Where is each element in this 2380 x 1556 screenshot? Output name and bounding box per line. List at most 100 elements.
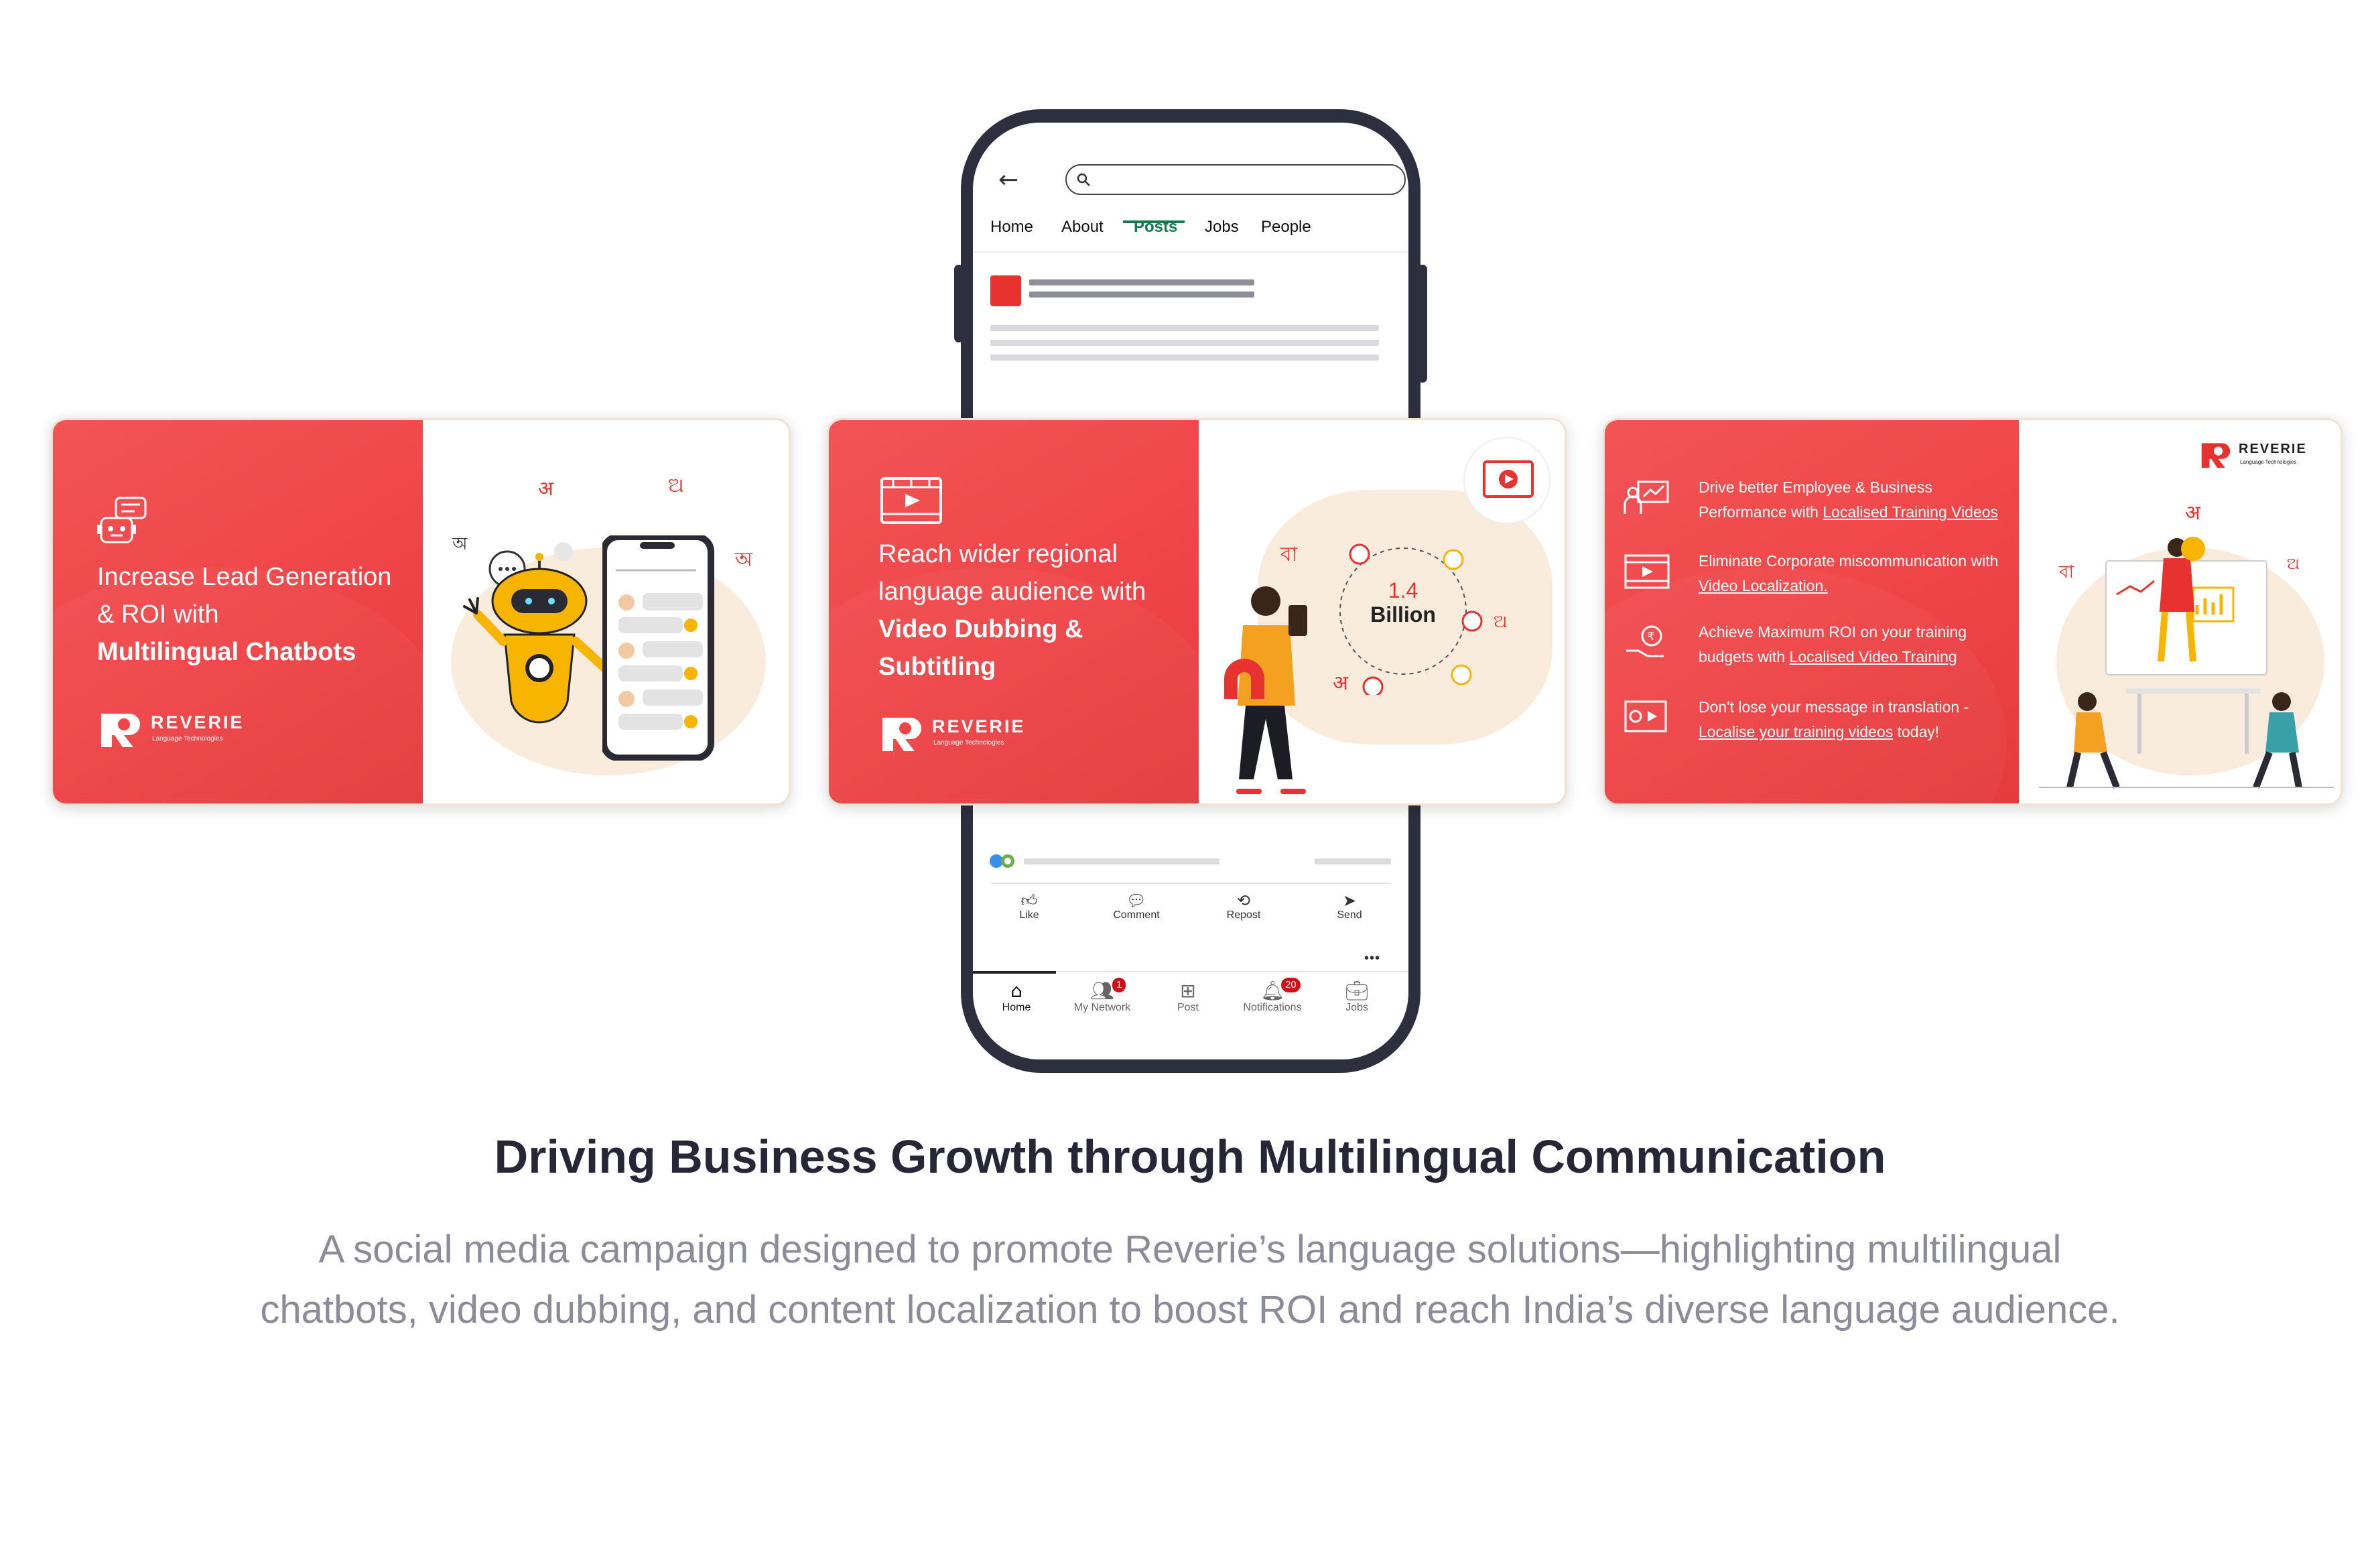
comment-label: Comment — [1113, 909, 1160, 921]
nav-home-label: Home — [1002, 1002, 1031, 1013]
feature-line: budgets with — [1699, 648, 1790, 665]
chatbot-icon — [97, 497, 147, 543]
person-with-phone-illustration — [1224, 586, 1307, 794]
stat-value: 1.4 — [1388, 578, 1418, 602]
feature-link[interactable]: Video Localization. — [1699, 577, 1828, 594]
notifications-badge: 20 — [1281, 978, 1301, 992]
more-options-icon[interactable]: ••• — [1364, 951, 1380, 966]
nav-post[interactable]: ⊞ Post — [1144, 980, 1232, 1014]
send-icon: ➤ — [1342, 891, 1357, 910]
bottom-nav: ⌂ Home 👥︎ 1 My Network ⊞ Post 🔔︎ 20 Notificati… — [973, 971, 1408, 1033]
card-line: Reach wider regional — [878, 540, 1118, 568]
tab-people[interactable]: People — [1261, 214, 1311, 241]
feature-line: Don't lose your message in translation - — [1699, 698, 1969, 716]
comment-button[interactable]: 💬︎ Comment — [1096, 892, 1177, 921]
page-description: A social media campaign designed to prom… — [201, 1220, 2179, 1340]
team-meeting-illustration — [2039, 537, 2334, 789]
presentation-icon — [1624, 480, 1669, 514]
reverie-wordmark: REVERIE — [932, 716, 1026, 736]
post-icon: ⊞ — [1180, 980, 1196, 1002]
placeholder-line — [1315, 858, 1391, 864]
feature-link[interactable]: Localised Video Training — [1790, 648, 1957, 665]
placeholder-line — [990, 354, 1379, 361]
phone-side-button — [1418, 265, 1427, 383]
reverie-logo-mark — [101, 714, 140, 747]
active-nav-indicator — [973, 971, 1056, 974]
bell-icon: 🔔︎ 20 — [1229, 978, 1316, 1002]
feature-text: Drive better Employee & Business Performa… — [1699, 475, 1998, 525]
nav-jobs[interactable]: 💼︎ Jobs — [1313, 980, 1400, 1014]
chatbot-illustration: अ ଅ অ অ — [423, 420, 789, 803]
smartphone-icon — [602, 535, 714, 761]
card-text: Reach wider regional language audience w… — [878, 535, 1146, 686]
card-line: & ROI with — [97, 600, 219, 629]
translation-video-icon — [1624, 700, 1667, 732]
reverie-logo: REVERIE Language Technologies — [97, 710, 271, 750]
send-button[interactable]: ➤ Send — [1309, 892, 1390, 921]
reaction-icons — [990, 854, 1014, 868]
script-glyph-icon: ଅ — [1494, 612, 1508, 632]
script-glyph-icon: ଅ — [668, 474, 684, 497]
like-button[interactable]: 👍︎ Like — [989, 892, 1069, 921]
card-left-panel: Increase Lead Generation & ROI with Mult… — [53, 420, 423, 803]
tab-jobs[interactable]: Jobs — [1205, 214, 1239, 241]
script-glyph-icon: অ — [735, 548, 752, 572]
placeholder-line — [1029, 279, 1254, 285]
placeholder-line — [1024, 858, 1219, 864]
reverie-tagline: Language Technologies — [933, 739, 1004, 747]
tab-about[interactable]: About — [1061, 214, 1104, 241]
back-arrow-icon[interactable]: ← — [998, 168, 1025, 192]
tab-posts[interactable]: Posts — [1134, 214, 1177, 241]
card-text: Increase Lead Generation & ROI with Mult… — [97, 558, 391, 671]
script-glyph-icon: বা — [1280, 543, 1298, 566]
feature-text: Eliminate Corporate miscommunication wit… — [1699, 549, 1998, 598]
network-badge: 1 — [1112, 978, 1126, 992]
script-glyph-icon: अ — [538, 477, 553, 501]
reverie-tagline: Language Technologies — [2240, 459, 2297, 465]
feature-link[interactable]: Localise your training videos — [1699, 723, 1893, 740]
nav-post-label: Post — [1177, 1002, 1199, 1013]
reverie-wordmark: REVERIE — [2239, 442, 2307, 456]
search-input[interactable] — [1065, 164, 1406, 195]
card-chatbots[interactable]: Increase Lead Generation & ROI with Mult… — [51, 418, 791, 805]
page-title: Driving Business Growth through Multilin… — [494, 1130, 1886, 1183]
placeholder-line — [990, 340, 1379, 346]
card-training-videos[interactable]: Drive better Employee & Business Performa… — [1603, 418, 2342, 805]
card-line-bold: Subtitling — [878, 653, 996, 681]
card-line: Increase Lead Generation — [97, 563, 392, 591]
nav-notifications[interactable]: 🔔︎ 20 Notifications — [1229, 978, 1316, 1014]
feature-line: today! — [1893, 723, 1940, 740]
comment-icon: 💬︎ — [1126, 891, 1147, 910]
feature-line: Eliminate Corporate miscommunication wit… — [1699, 552, 1999, 570]
feature-text: Achieve Maximum ROI on your training budg… — [1699, 620, 1967, 669]
video-thumbnail-icon — [1463, 437, 1550, 524]
tab-home[interactable]: Home — [990, 214, 1033, 241]
placeholder-line — [1029, 291, 1254, 298]
feature-item: Drive better Employee & Business Performa… — [1624, 475, 2012, 529]
feature-line: Drive better Employee & Business — [1699, 478, 1932, 496]
nav-my-network[interactable]: 👥︎ 1 My Network — [1059, 978, 1146, 1014]
description-line: A social media campaign designed to prom… — [318, 1228, 2062, 1271]
feature-item: Eliminate Corporate miscommunication wit… — [1624, 549, 2012, 602]
training-illustration: REVERIE Language Technologies अ বা ଅ — [2019, 420, 2340, 803]
card-video-dubbing[interactable]: Reach wider regional language audience w… — [827, 418, 1567, 805]
nav-home[interactable]: ⌂ Home — [973, 980, 1060, 1014]
card-line-bold: Multilingual Chatbots — [97, 638, 356, 666]
divider — [990, 883, 1391, 884]
rupee-hand-icon: ₹ — [1626, 625, 1664, 657]
description-line: chatbots, video dubbing, and content loc… — [260, 1288, 2120, 1332]
reverie-logo: REVERIE Language Technologies — [878, 714, 1053, 754]
script-glyph-icon: अ — [1333, 671, 1348, 695]
video-player-icon — [880, 477, 942, 524]
feature-text: Don't lose your message in translation -… — [1699, 695, 1969, 744]
repost-button[interactable]: ⟲ Repost — [1203, 892, 1284, 921]
audience-stat: 1.4 Billion — [1360, 578, 1447, 627]
feature-link[interactable]: Localised Training Videos — [1823, 503, 1998, 521]
repost-icon: ⟲ — [1236, 891, 1251, 910]
audience-illustration: 1.4 Billion বা ଅ अ — [1199, 420, 1565, 803]
svg-text:₹: ₹ — [1648, 630, 1654, 643]
nav-network-label: My Network — [1073, 1002, 1131, 1013]
network-icon: 👥︎ 1 — [1059, 978, 1146, 1002]
nav-jobs-label: Jobs — [1345, 1002, 1368, 1013]
briefcase-icon: 💼︎ — [1345, 980, 1369, 1002]
